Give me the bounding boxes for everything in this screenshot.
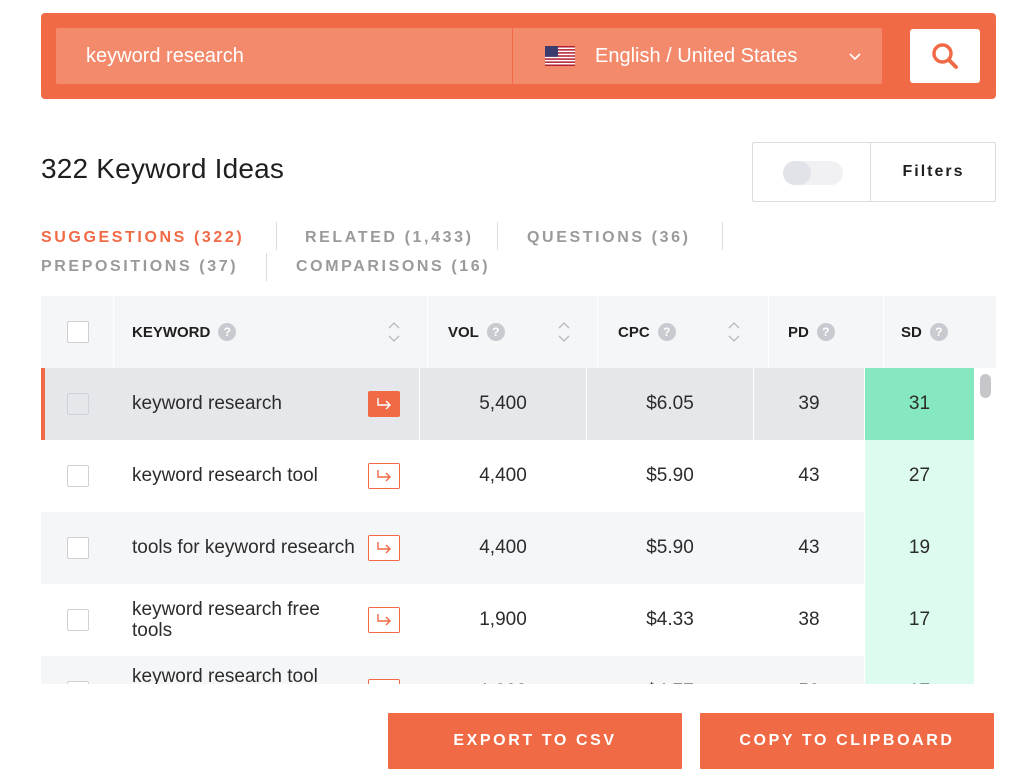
help-icon[interactable]: ? bbox=[929, 323, 948, 341]
table-row[interactable]: tools for keyword research 4,400 $5.90 4… bbox=[41, 512, 996, 584]
search-input[interactable] bbox=[56, 28, 512, 84]
tab-separator bbox=[722, 222, 723, 250]
goto-button[interactable] bbox=[368, 391, 400, 417]
tab-separator bbox=[276, 222, 277, 250]
cpc-cell: $4.77 bbox=[587, 656, 753, 684]
goto-button[interactable] bbox=[368, 607, 400, 633]
pd-cell: 38 bbox=[798, 609, 820, 630]
table-row[interactable]: keyword research 5,400 $6.05 39 31 bbox=[41, 368, 996, 440]
cpc-cell: $6.05 bbox=[587, 368, 753, 440]
search-bar: English / United States bbox=[41, 13, 996, 99]
vol-cell: 1,900 bbox=[420, 656, 586, 684]
sd-cell: 27 bbox=[865, 440, 974, 512]
language-label: English / United States bbox=[595, 45, 798, 67]
cpc-cell: $5.90 bbox=[646, 537, 694, 558]
toggle-knob bbox=[783, 161, 811, 185]
help-icon[interactable]: ? bbox=[218, 323, 237, 341]
pd-cell: 43 bbox=[798, 465, 820, 486]
sd-cell: 17 bbox=[865, 656, 974, 684]
arrow-return-icon bbox=[377, 614, 391, 626]
copy-clipboard-button[interactable]: COPY TO CLIPBOARD bbox=[700, 713, 994, 769]
vol-cell: 5,400 bbox=[420, 368, 586, 440]
table-row[interactable]: keyword research free tools 1,900 $4.33 … bbox=[41, 584, 996, 656]
column-divider bbox=[113, 296, 114, 368]
sd-cell: 17 bbox=[865, 584, 974, 656]
row-checkbox[interactable] bbox=[67, 465, 89, 487]
us-flag-icon bbox=[545, 46, 575, 66]
selected-indicator bbox=[41, 368, 45, 440]
filter-panel: Filters bbox=[752, 142, 996, 202]
pd-cell: 39 bbox=[754, 368, 864, 440]
arrow-return-icon bbox=[377, 470, 391, 482]
help-icon[interactable]: ? bbox=[657, 323, 676, 341]
results-title: 322 Keyword Ideas bbox=[41, 153, 285, 184]
column-divider bbox=[597, 296, 598, 368]
header-sd[interactable]: SD ? bbox=[901, 296, 948, 368]
header-keyword-label: KEYWORD bbox=[132, 323, 211, 341]
table-row[interactable]: keyword research tool 4,400 $5.90 43 27 bbox=[41, 440, 996, 512]
row-checkbox[interactable] bbox=[67, 537, 89, 559]
keyword-text: keyword research free tools bbox=[132, 599, 320, 641]
arrow-return-icon bbox=[377, 398, 391, 410]
header-keyword[interactable]: KEYWORD ? bbox=[132, 296, 237, 368]
vol-cell: 4,400 bbox=[479, 465, 527, 486]
keyword-table: KEYWORD ? VOL ? CPC ? PD ? SD ? keyword … bbox=[41, 296, 996, 684]
keyword-text: keyword research bbox=[132, 393, 282, 414]
sort-icon[interactable] bbox=[388, 320, 400, 344]
tab-separator bbox=[497, 222, 498, 250]
search-button[interactable] bbox=[910, 29, 980, 83]
tab-separator bbox=[266, 253, 267, 281]
tab-comparisons[interactable]: COMPARISONS (16) bbox=[296, 258, 490, 276]
header-vol-label: VOL bbox=[448, 323, 479, 341]
keyword-text: keyword research tool bbox=[132, 465, 318, 486]
help-icon[interactable]: ? bbox=[486, 323, 505, 341]
tab-questions[interactable]: QUESTIONS (36) bbox=[527, 229, 691, 247]
tab-related[interactable]: RELATED (1,433) bbox=[305, 229, 474, 247]
select-all-checkbox[interactable] bbox=[67, 321, 89, 343]
sort-icon[interactable] bbox=[558, 320, 570, 344]
header-sd-label: SD bbox=[901, 323, 922, 341]
sd-cell: 31 bbox=[865, 368, 974, 440]
cpc-cell: $4.33 bbox=[646, 609, 694, 630]
sort-icon[interactable] bbox=[728, 320, 740, 344]
keyword-cell: keyword research free tools bbox=[113, 584, 363, 656]
column-divider bbox=[768, 296, 769, 368]
table-header: KEYWORD ? VOL ? CPC ? PD ? SD ? bbox=[41, 296, 996, 368]
filter-toggle[interactable] bbox=[783, 161, 843, 185]
row-checkbox[interactable] bbox=[67, 609, 89, 631]
header-vol[interactable]: VOL ? bbox=[448, 296, 505, 368]
vol-cell: 4,400 bbox=[479, 537, 527, 558]
arrow-return-icon bbox=[377, 542, 391, 554]
row-checkbox[interactable] bbox=[67, 393, 89, 415]
header-cpc[interactable]: CPC ? bbox=[618, 296, 676, 368]
scrollbar-track[interactable] bbox=[976, 368, 996, 684]
goto-button[interactable] bbox=[368, 679, 400, 684]
header-pd[interactable]: PD ? bbox=[788, 296, 835, 368]
row-checkbox[interactable] bbox=[67, 681, 89, 684]
tab-prepositions[interactable]: PREPOSITIONS (37) bbox=[41, 258, 238, 276]
cpc-cell: $5.90 bbox=[646, 465, 694, 486]
scrollbar-thumb[interactable] bbox=[980, 374, 991, 398]
header-pd-label: PD bbox=[788, 323, 809, 341]
sd-cell: 19 bbox=[865, 512, 974, 584]
column-divider bbox=[427, 296, 428, 368]
goto-button[interactable] bbox=[368, 535, 400, 561]
search-icon bbox=[932, 43, 958, 69]
pd-cell: 50 bbox=[754, 656, 864, 684]
help-icon[interactable]: ? bbox=[816, 323, 835, 341]
keyword-text: tools for keyword research bbox=[132, 537, 355, 558]
vol-cell: 1,900 bbox=[479, 609, 527, 630]
header-cpc-label: CPC bbox=[618, 323, 650, 341]
export-csv-button[interactable]: EXPORT TO CSV bbox=[388, 713, 682, 769]
goto-button[interactable] bbox=[368, 463, 400, 489]
filters-button[interactable]: Filters bbox=[871, 143, 996, 201]
table-row[interactable]: keyword research tool 1,900 $4.77 50 17 bbox=[41, 656, 996, 684]
keyword-text: keyword research tool bbox=[132, 666, 318, 684]
tab-suggestions[interactable]: SUGGESTIONS (322) bbox=[41, 229, 244, 247]
chevron-down-icon bbox=[849, 53, 861, 61]
language-select[interactable]: English / United States bbox=[513, 28, 882, 84]
pd-cell: 43 bbox=[798, 537, 820, 558]
column-divider bbox=[883, 296, 884, 368]
